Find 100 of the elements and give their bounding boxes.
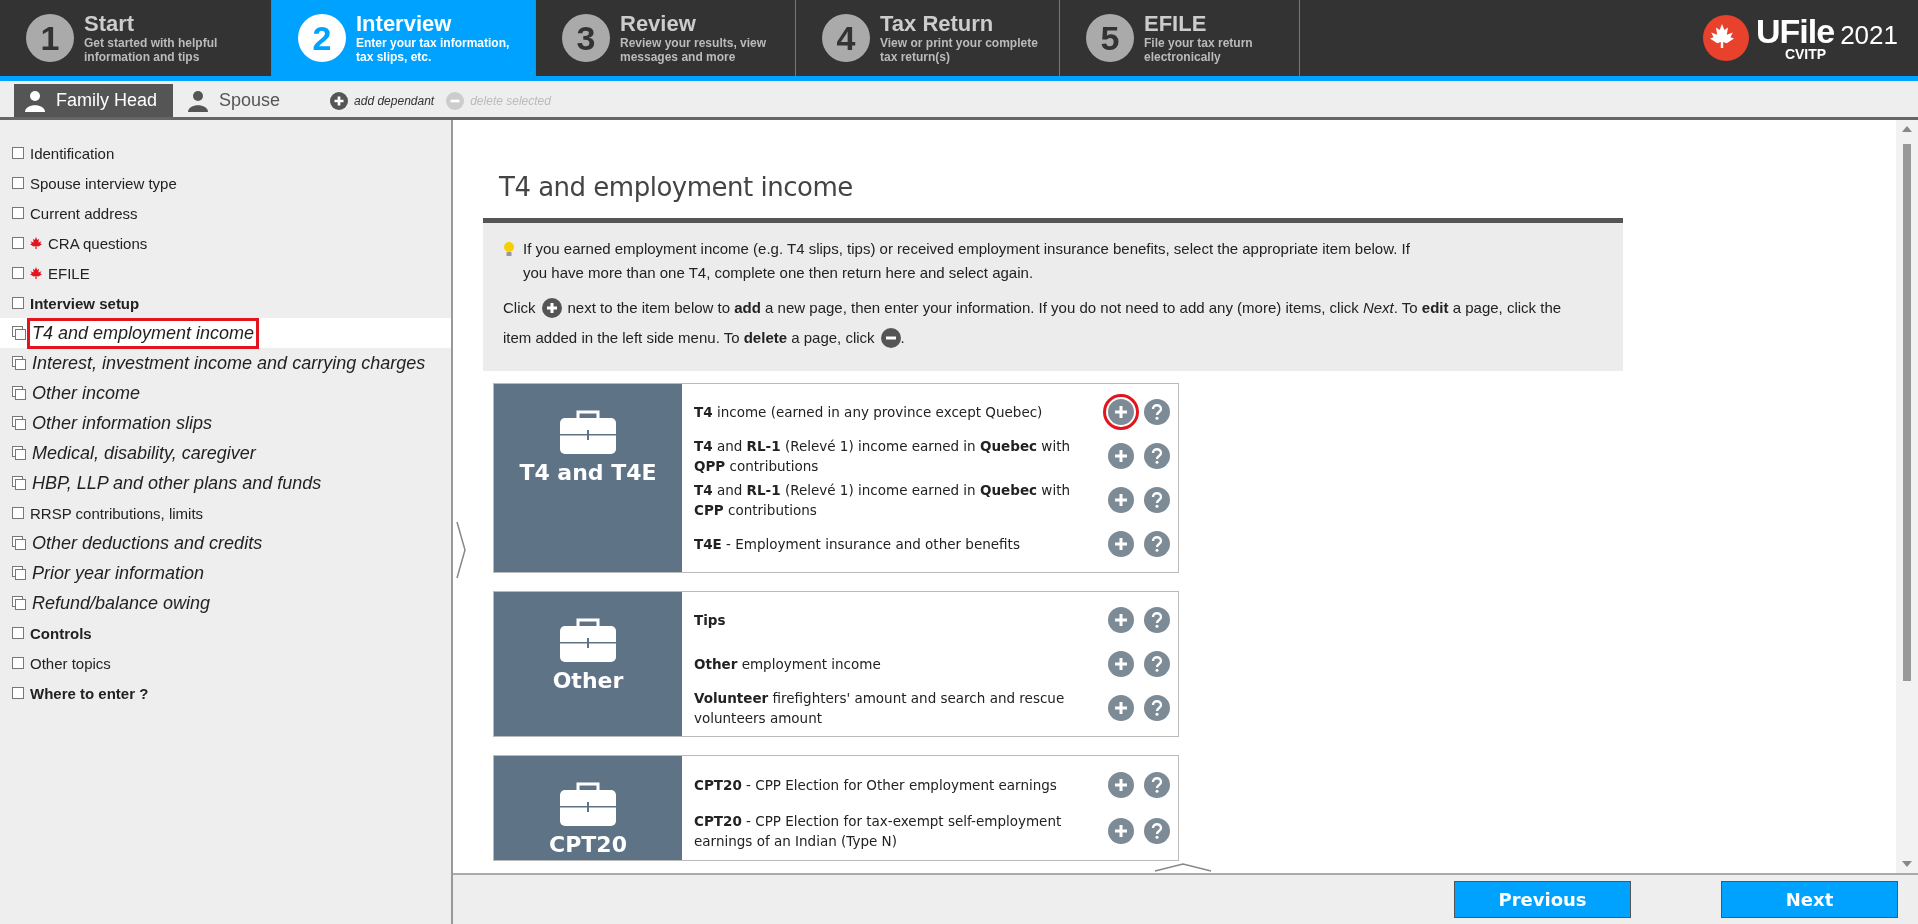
add-button[interactable] [1108,443,1134,469]
item-text: Tips [694,611,727,630]
category-title: Other [552,668,624,693]
sidebar-item[interactable]: Interview setup [0,288,451,318]
question-mark-icon [1151,656,1163,672]
logo-year: 2021 [1840,19,1898,51]
help-button[interactable] [1144,772,1170,798]
sidebar-item[interactable]: Interest, investment income and carrying charges [0,348,451,378]
question-mark-icon [1151,612,1163,628]
sidebar-item[interactable]: Where to enter ? [0,678,451,708]
briefcase-icon [560,408,616,454]
add-button[interactable] [1108,651,1134,677]
step-description: messages and more [620,50,737,64]
step-number: 3 [562,14,610,62]
sidebar-item[interactable]: RRSP contributions, limits [0,498,451,528]
pages-icon [12,446,26,460]
help-button[interactable] [1144,487,1170,513]
chevron-right-icon[interactable] [455,520,469,580]
help-button[interactable] [1144,607,1170,633]
checkbox [12,687,24,699]
checkbox [12,237,24,249]
question-mark-icon [1151,823,1163,839]
add-link[interactable]: add dependant [330,84,435,117]
plus-icon [1114,449,1128,463]
add-button[interactable] [1108,607,1134,633]
sidebar-item[interactable]: Current address [0,198,451,228]
sidebar-item[interactable]: Other topics [0,648,451,678]
sidebar-item[interactable]: CRA questions [0,228,451,258]
logo-edition: CVITP [1784,47,1827,61]
category-title: T4 and T4E [519,460,657,485]
person-icon [24,89,46,112]
sidebar-item[interactable]: Other deductions and credits [0,528,451,558]
logo-icon [1702,14,1751,62]
page-title: T4 and employment income [499,172,854,204]
step-description: information and tips [84,50,201,64]
checkbox [12,657,24,669]
help-button[interactable] [1144,818,1170,844]
add-button[interactable] [1108,487,1134,513]
step-title: Interview [356,12,453,36]
pages-icon [12,596,26,610]
step-title: Review [620,12,697,36]
sidebar-item[interactable]: Medical, disability, caregiver [0,438,451,468]
maple-leaf-icon [30,267,42,279]
help-button[interactable] [1144,399,1170,425]
chevron-up-icon[interactable] [1153,861,1213,873]
sidebar-item[interactable]: EFILE [0,258,451,288]
question-mark-icon [1151,700,1163,716]
add-button[interactable] [1108,818,1134,844]
item-text: T4 income (earned in any province except Quebec) [694,403,1044,422]
sidebar-item[interactable]: Other information slips [0,408,451,438]
checkbox [12,297,24,309]
sidebar-item[interactable]: Refund/balance owing [0,588,451,618]
item-text: CPT20 - CPP Election for Other employment earnings [694,776,1058,795]
pages-icon [12,476,26,490]
plus-icon [1114,824,1128,838]
minus-icon [446,91,465,110]
instruction-text: . [900,328,905,348]
step-number: 1 [26,14,74,62]
question-mark-icon [1151,536,1163,552]
scroll-thumb[interactable] [1903,144,1911,681]
question-mark-icon [1151,404,1163,420]
checkbox [12,147,24,159]
checkbox [12,267,24,279]
plus-icon [1114,537,1128,551]
step-description: Review your results, view [620,36,767,50]
info-text: If you earned employment income (e.g. T4 slips, tips) or received employment insurance benefits, select the appropriate item below. If you have more than one T4, complete one then return here and select again. [523,239,1411,283]
step-description: File your tax return [1144,36,1253,50]
add-button[interactable] [1108,772,1134,798]
lightbulb-icon [503,241,515,257]
sidebar-item[interactable]: Spouse interview type [0,168,451,198]
step-description: tax slips, etc. [356,50,433,64]
checkbox [12,627,24,639]
step-description: View or print your complete [880,36,1038,50]
person-tab[interactable]: Family Head [14,84,174,117]
help-button[interactable] [1144,531,1170,557]
add-button[interactable] [1108,695,1134,721]
instruction-text: next to the item below to add a new page, then enter your information. If you do not need to add any (more) items, click Next. To edit a page, click the [567,298,1562,318]
plus-icon [1114,778,1128,792]
briefcase-icon [560,780,616,826]
plus-icon [541,298,562,318]
sidebar-item[interactable]: Identification [0,138,451,168]
checkbox [12,207,24,219]
checkbox [12,507,24,519]
help-button[interactable] [1144,695,1170,721]
scroll-up-icon[interactable] [1902,126,1912,132]
add-button[interactable] [1108,531,1134,557]
person-tab[interactable]: Spouse [177,84,297,117]
plus-icon [1114,493,1128,507]
sidebar-item[interactable]: HBP, LLP and other plans and funds [0,468,451,498]
instruction-text: item added in the left side menu. To delete a page, click [503,328,875,348]
sidebar-item[interactable]: T4 and employment income [0,318,451,348]
question-mark-icon [1151,777,1163,793]
sidebar-item[interactable]: Other income [0,378,451,408]
sidebar-item[interactable]: Prior year information [0,558,451,588]
sidebar-item[interactable]: Controls [0,618,451,648]
scroll-down-icon[interactable] [1902,861,1912,867]
help-button[interactable] [1144,651,1170,677]
help-button[interactable] [1144,443,1170,469]
scrollbar[interactable] [1896,120,1918,873]
item-text: CPT20 - CPP Election for tax-exempt self-employment earnings of an Indian (Type N) [694,812,1063,851]
